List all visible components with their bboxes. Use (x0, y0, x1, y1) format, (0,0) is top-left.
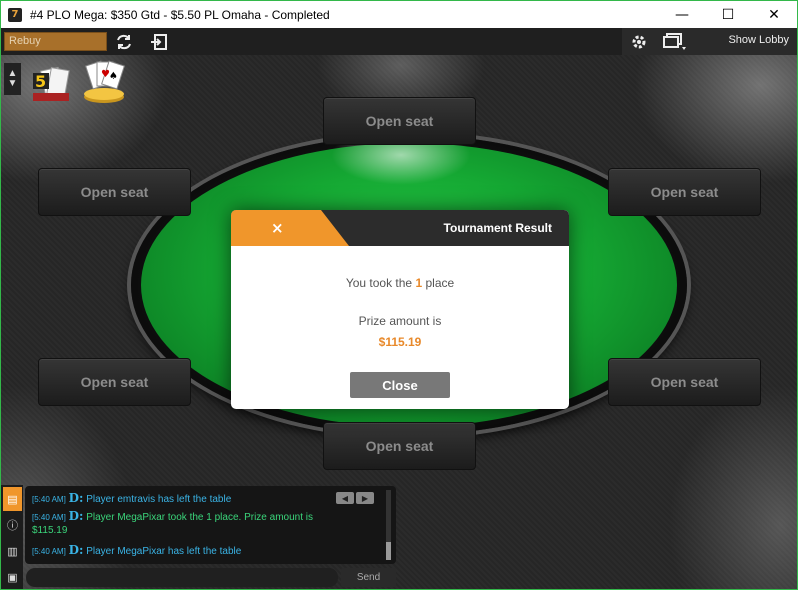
chat-bubble-icon: ▤ (7, 493, 18, 506)
chat-scrollbar[interactable] (386, 490, 391, 560)
open-seat-upper-right[interactable]: Open seat (608, 168, 761, 216)
exit-icon[interactable] (148, 31, 170, 52)
chat-message: [5:40 AM] D: Player emtravis has left th… (32, 491, 232, 505)
svg-text:5: 5 (35, 72, 46, 91)
close-button[interactable]: Close (350, 372, 450, 398)
open-seat-top[interactable]: Open seat (323, 97, 476, 145)
dialog-close-icon[interactable]: × (231, 210, 349, 246)
open-seat-upper-left[interactable]: Open seat (38, 168, 191, 216)
chat-next-button[interactable]: ▶ (356, 492, 374, 504)
notes-tab[interactable]: ▣ (3, 565, 22, 589)
gear-icon[interactable] (628, 31, 650, 52)
place-suffix: place (425, 276, 455, 290)
notes-icon: ▣ (7, 571, 18, 584)
table-area: ▲ ▼ 5 ♥ ♠ Open seat Open seat Open seat … (1, 55, 797, 589)
chevron-down-icon: ▼ (7, 78, 18, 89)
table-view-icon[interactable] (660, 31, 690, 52)
prize-label: Prize amount is (358, 314, 442, 328)
send-button[interactable]: Send (341, 568, 396, 587)
chat-message: [5:40 AM] D: Player MegaPixar took the 1… (32, 509, 313, 523)
info-icon: ⓘ (7, 520, 18, 532)
maximize-button[interactable]: ☐ (705, 1, 751, 28)
stats-tab[interactable]: ▥ (3, 539, 22, 563)
place-line: You took the 1 place (231, 276, 569, 290)
show-lobby-button[interactable]: Show Lobby (728, 34, 789, 46)
open-seat-lower-left[interactable]: Open seat (38, 358, 191, 406)
toolbar: Rebuy Show Lobby (1, 28, 797, 55)
svg-text:♠: ♠ (109, 71, 118, 82)
chat-message-continuation: $115.19 (32, 525, 68, 536)
cards-trophy-icon: ♥ ♠ (81, 59, 127, 105)
place-value: 1 (415, 276, 423, 290)
poker-table-window: 7 #4 PLO Mega: $350 Gtd - $5.50 PL Omaha… (0, 0, 798, 590)
five-card-badge-icon: 5 (29, 63, 75, 105)
collapse-toggle[interactable]: ▲ ▼ (4, 63, 21, 95)
bar-chart-icon: ▥ (7, 545, 18, 558)
chat-tab[interactable]: ▤ (3, 487, 22, 511)
window-title: #4 PLO Mega: $350 Gtd - $5.50 PL Omaha -… (30, 7, 330, 22)
chat-input[interactable] (26, 568, 338, 587)
chat-message: [5:40 AM] D: Player MegaPixar has left t… (32, 543, 242, 557)
chat-tabs: ▤ ⓘ ▥ ▣ (1, 485, 23, 589)
rebuy-button[interactable]: Rebuy (4, 32, 107, 51)
app-logo-icon: 7 (8, 7, 22, 22)
dialog-title: Tournament Result (443, 221, 552, 235)
close-window-button[interactable]: ✕ (751, 1, 797, 28)
place-prefix: You took the (345, 276, 413, 290)
chat-prev-button[interactable]: ◀ (336, 492, 354, 504)
chat-nav: ◀ ▶ (336, 492, 374, 504)
chat-log: ◀ ▶ [5:40 AM] D: Player emtravis has lef… (25, 486, 396, 564)
open-seat-lower-right[interactable]: Open seat (608, 358, 761, 406)
prize-value: $115.19 (378, 335, 422, 349)
title-bar: 7 #4 PLO Mega: $350 Gtd - $5.50 PL Omaha… (1, 1, 797, 28)
info-tab[interactable]: ⓘ (3, 513, 22, 537)
tournament-result-dialog: × Tournament Result You took the 1 place… (231, 210, 569, 409)
minimize-button[interactable]: — (659, 1, 705, 28)
open-seat-bottom[interactable]: Open seat (323, 422, 476, 470)
toolbar-right-panel: Show Lobby (622, 28, 797, 55)
dialog-header: × Tournament Result (231, 210, 569, 246)
refresh-icon[interactable] (113, 31, 135, 52)
